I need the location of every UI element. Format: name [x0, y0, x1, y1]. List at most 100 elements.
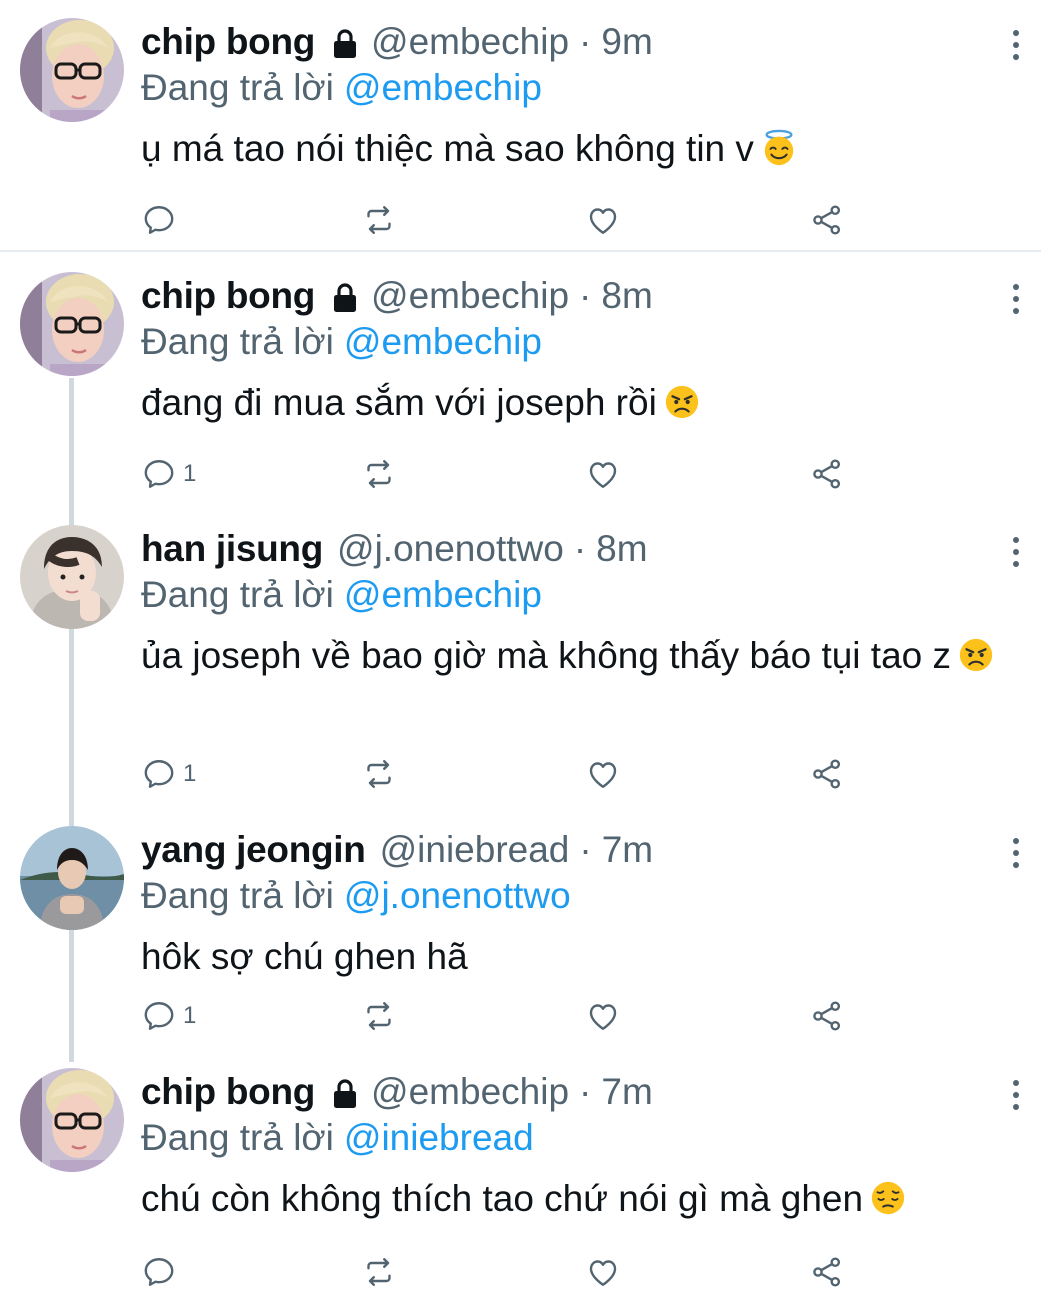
replying-label: Đang trả lời [141, 321, 334, 362]
share-button[interactable] [809, 200, 845, 240]
retweet-button[interactable] [361, 454, 397, 494]
user-handle[interactable]: @embechip [371, 1068, 569, 1116]
display-name[interactable]: chip bong [141, 1068, 315, 1116]
reply-count: 1 [183, 760, 197, 787]
share-icon [809, 456, 845, 492]
reply-button[interactable]: 1 [141, 754, 196, 794]
tweet-header: chip bong @embechip · 9m [141, 18, 653, 66]
more-options-icon[interactable] [1004, 282, 1028, 316]
tweet[interactable]: han jisung @j.onenottwo · 8m Đang trả lờ… [0, 525, 1041, 825]
avatar[interactable] [20, 525, 124, 629]
replying-label: Đang trả lời [141, 574, 334, 615]
retweet-icon [361, 756, 397, 792]
tweet-header: chip bong @embechip · 7m [141, 1068, 653, 1116]
avatar[interactable] [20, 272, 124, 376]
tweet-actions: 1 [141, 996, 861, 1036]
more-options-icon[interactable] [1004, 535, 1028, 569]
like-button[interactable] [585, 1252, 621, 1292]
reply-count: 1 [183, 1002, 197, 1029]
like-button[interactable] [585, 200, 621, 240]
tweet-body: ụ má tao nói thiệc mà sao không tin v [141, 128, 754, 169]
like-button[interactable] [585, 996, 621, 1036]
replying-label: Đang trả lời [141, 67, 334, 108]
reply-icon [141, 756, 177, 792]
retweet-button[interactable] [361, 200, 397, 240]
more-options-icon[interactable] [1004, 1078, 1028, 1112]
pensive-face-emoji-icon [869, 1179, 907, 1217]
tweet-text: hôk sợ chú ghen hã [141, 930, 1021, 984]
like-icon [585, 756, 621, 792]
timestamp[interactable]: 7m [601, 1068, 652, 1116]
replying-mention-link[interactable]: @embechip [344, 321, 542, 362]
avatar[interactable] [20, 826, 124, 930]
tweet-actions: 1 [141, 754, 861, 794]
share-button[interactable] [809, 996, 845, 1036]
like-icon [585, 456, 621, 492]
timestamp[interactable]: 9m [601, 18, 652, 66]
lock-icon [331, 27, 359, 61]
lock-icon [331, 1077, 359, 1111]
retweet-button[interactable] [361, 1252, 397, 1292]
reply-button[interactable]: 1 [141, 454, 196, 494]
reply-icon [141, 1254, 177, 1290]
user-handle[interactable]: @j.onenottwo [337, 525, 564, 573]
like-icon [585, 202, 621, 238]
display-name[interactable]: han jisung [141, 525, 323, 573]
timestamp[interactable]: 8m [601, 272, 652, 320]
like-icon [585, 998, 621, 1034]
reply-button[interactable] [141, 200, 177, 240]
tweet-header: yang jeongin @iniebread · 7m [141, 826, 653, 874]
reply-count: 1 [183, 460, 197, 487]
reply-icon [141, 202, 177, 238]
smiling-face-with-halo-emoji-icon [760, 129, 798, 167]
timestamp[interactable]: 8m [596, 525, 647, 573]
retweet-icon [361, 998, 397, 1034]
more-options-icon[interactable] [1004, 28, 1028, 62]
reply-button[interactable] [141, 1252, 177, 1292]
avatar[interactable] [20, 1068, 124, 1172]
tweet[interactable]: yang jeongin @iniebread · 7m Đang trả lờ… [0, 826, 1041, 1066]
timestamp[interactable]: 7m [602, 826, 653, 874]
separator-dot: · [579, 829, 592, 870]
avatar[interactable] [20, 18, 124, 122]
tweet-header: chip bong @embechip · 8m [141, 272, 653, 320]
tweet-body: đang đi mua sắm với joseph rồi [141, 382, 657, 423]
share-button[interactable] [809, 1252, 845, 1292]
user-handle[interactable]: @embechip [371, 18, 569, 66]
user-handle[interactable]: @iniebread [380, 826, 570, 874]
replying-to: Đang trả lời @embechip [141, 318, 542, 366]
replying-mention-link[interactable]: @embechip [344, 67, 542, 108]
user-handle[interactable]: @embechip [371, 272, 569, 320]
retweet-button[interactable] [361, 754, 397, 794]
tweet[interactable]: chip bong @embechip · 8m Đang trả lời @em… [0, 272, 1041, 526]
reply-button[interactable]: 1 [141, 996, 196, 1036]
share-icon [809, 202, 845, 238]
like-button[interactable] [585, 454, 621, 494]
tweet[interactable]: chip bong @embechip · 7m Đang trả lời @in… [0, 1068, 1041, 1295]
display-name[interactable]: yang jeongin [141, 826, 366, 874]
display-name[interactable]: chip bong [141, 272, 315, 320]
replying-to: Đang trả lời @j.onenottwo [141, 872, 571, 920]
tweet-body: hôk sợ chú ghen hã [141, 936, 468, 977]
replying-mention-link[interactable]: @j.onenottwo [344, 875, 571, 916]
separator-dot: · [579, 21, 592, 62]
tweet-header: han jisung @j.onenottwo · 8m [141, 525, 648, 573]
replying-mention-link[interactable]: @iniebread [344, 1117, 534, 1158]
replying-to: Đang trả lời @embechip [141, 571, 542, 619]
retweet-icon [361, 1254, 397, 1290]
replying-to: Đang trả lời @iniebread [141, 1114, 534, 1162]
share-icon [809, 1254, 845, 1290]
lock-icon [331, 281, 359, 315]
share-button[interactable] [809, 754, 845, 794]
more-options-icon[interactable] [1004, 836, 1028, 870]
tweet-body: chú còn không thích tao chứ nói gì mà gh… [141, 1178, 864, 1219]
display-name[interactable]: chip bong [141, 18, 315, 66]
share-button[interactable] [809, 454, 845, 494]
tweet-text: ủa joseph về bao giờ mà không thấy báo t… [141, 629, 1021, 683]
tweet-text: ụ má tao nói thiệc mà sao không tin v [141, 122, 1021, 176]
replying-mention-link[interactable]: @embechip [344, 574, 542, 615]
retweet-button[interactable] [361, 996, 397, 1036]
like-button[interactable] [585, 754, 621, 794]
tweet[interactable]: chip bong @embechip · 9m Đang trả lời @em… [0, 18, 1041, 252]
reply-icon [141, 998, 177, 1034]
